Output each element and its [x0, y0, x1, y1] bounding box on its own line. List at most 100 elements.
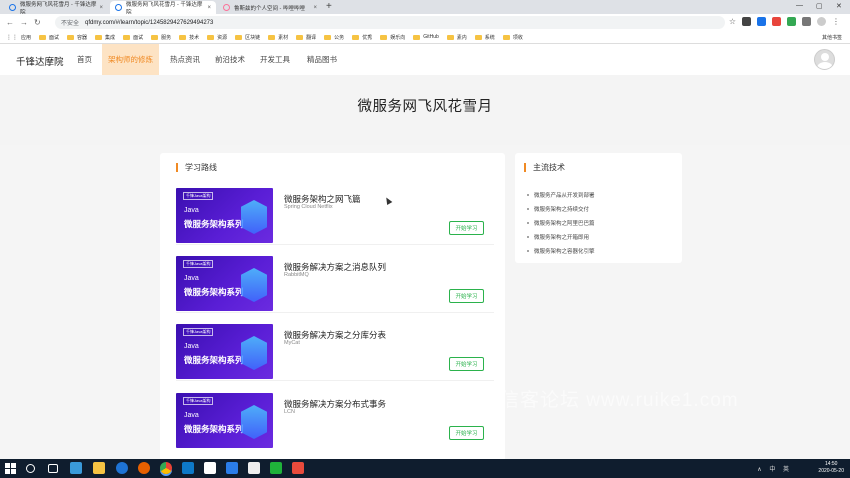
bookmark-apps[interactable]: ⋮⋮ 应用: [6, 34, 31, 41]
chrome-icon[interactable]: [160, 462, 172, 474]
profile-icon[interactable]: [817, 17, 826, 26]
course-card[interactable]: 千锋Java架构 Java 微服务架构系列 微服务解决方案分布式事务 LCN 开…: [176, 393, 494, 450]
bookmark-folder[interactable]: 服务: [151, 34, 171, 41]
course-thumbnail[interactable]: 千锋Java架构 Java 微服务架构系列: [176, 393, 273, 448]
close-window-button[interactable]: ✕: [836, 2, 842, 10]
bookmark-label: 资源: [217, 34, 228, 41]
maximize-button[interactable]: ▢: [816, 2, 823, 10]
course-thumbnail[interactable]: 千锋Java架构 Java 微服务架构系列: [176, 256, 273, 311]
bookmark-folder[interactable]: 集成: [95, 34, 115, 41]
thumb-brand: 千锋Java架构: [183, 397, 214, 405]
app-icon[interactable]: [248, 462, 260, 474]
watermark: 信客论坛 www.ruike1.com: [500, 390, 739, 411]
tech-link[interactable]: 微服务架构之容器化引擎: [527, 247, 595, 255]
system-tray[interactable]: ∧ 中 英: [757, 464, 792, 473]
course-card[interactable]: 千锋Java架构 Java 微服务架构系列 微服务解决方案之分库分表 MyCat…: [176, 324, 494, 381]
bookmark-folder[interactable]: 优秀: [352, 34, 372, 41]
bookmark-label: 素内: [456, 34, 467, 41]
site-logo[interactable]: 千锋达摩院: [16, 54, 64, 68]
bookmark-folder[interactable]: 素材: [268, 34, 288, 41]
bookmark-label: 面试: [133, 34, 144, 41]
bookmark-folder[interactable]: 项收: [502, 34, 523, 41]
minimize-button[interactable]: —: [796, 2, 803, 9]
extension-icon[interactable]: [802, 17, 811, 26]
bookmark-folder[interactable]: 素内: [446, 34, 467, 41]
close-icon[interactable]: ×: [313, 5, 317, 11]
nav-home[interactable]: 首页: [71, 44, 98, 75]
windows-start-icon[interactable]: [5, 463, 16, 474]
course-subtitle: Spring Cloud Netflix: [284, 204, 333, 210]
bookmark-folder[interactable]: 面试: [123, 34, 143, 41]
app-icon[interactable]: [204, 462, 216, 474]
clock[interactable]: 14:50 2020-05-20: [818, 461, 844, 475]
task-view-icon[interactable]: [48, 464, 58, 473]
other-bookmarks[interactable]: 其他书签: [822, 34, 842, 41]
thumb-brand: 千锋Java架构: [183, 192, 214, 200]
course-card[interactable]: 千锋Java架构 Java 微服务架构系列 微服务解决方案之消息队列 Rabbi…: [176, 256, 494, 313]
bookmark-folder[interactable]: 面试: [39, 34, 59, 41]
start-learning-button[interactable]: 开始学习: [449, 289, 484, 303]
extension-icon[interactable]: [772, 17, 781, 26]
bookmark-folder[interactable]: 公务: [324, 34, 344, 41]
url-bar[interactable]: 不安全 qfdmy.com/#/learn/topic/124582942762…: [55, 16, 725, 29]
course-card[interactable]: 千锋Java架构 Java 微服务架构系列 微服务架构之网飞篇 Spring C…: [176, 188, 494, 245]
extension-icon[interactable]: [742, 17, 751, 26]
course-title[interactable]: 微服务解决方案分布式事务: [284, 398, 386, 410]
app-icon[interactable]: [70, 462, 82, 474]
search-icon[interactable]: [26, 464, 35, 473]
browser-tab-3[interactable]: 鲁斯兹的个人空间 - 哔哩哔哩 ×: [218, 1, 322, 14]
start-learning-button[interactable]: 开始学习: [449, 357, 484, 371]
tech-link[interactable]: 微服务架构之开箱即用: [527, 233, 589, 241]
app-icon[interactable]: [270, 462, 282, 474]
bookmark-folder[interactable]: 翻译: [296, 34, 316, 41]
bookmark-label: 优秀: [362, 34, 373, 41]
close-icon[interactable]: ×: [207, 5, 211, 11]
tech-link[interactable]: 微服务产品从开发到部署: [527, 191, 595, 199]
reload-icon[interactable]: ↻: [34, 18, 41, 27]
tech-link[interactable]: 微服务架构之持续交付: [527, 205, 589, 213]
bookmark-folder[interactable]: 技术: [179, 34, 199, 41]
bookmark-folder[interactable]: 资源: [207, 34, 227, 41]
close-icon[interactable]: ×: [99, 5, 103, 11]
folder-icon: [95, 34, 103, 40]
nav-architect[interactable]: 架构师的修炼: [102, 44, 159, 75]
nav-hot-news[interactable]: 热点资讯: [164, 44, 206, 75]
nav-dev-tools[interactable]: 开发工具: [254, 44, 296, 75]
vscode-icon[interactable]: [182, 462, 194, 474]
folder-icon: [268, 34, 276, 40]
bookmark-star-icon[interactable]: ☆: [729, 17, 736, 26]
firefox-icon[interactable]: [138, 462, 150, 474]
taskbar: ∧ 中 英 14:50 2020-05-20: [0, 459, 850, 478]
bookmark-folder[interactable]: GitHub: [413, 34, 439, 40]
folder-icon: [39, 34, 47, 40]
thumb-java: Java: [184, 275, 199, 282]
bookmark-folder[interactable]: 娱乐向: [380, 34, 405, 41]
new-tab-button[interactable]: +: [326, 1, 332, 12]
nav-books[interactable]: 精品图书: [301, 44, 343, 75]
bookmark-folder[interactable]: 容器: [67, 34, 87, 41]
mainstream-tech-panel: 主流技术 微服务产品从开发到部署 微服务架构之持续交付 微服务架构之阿里巴巴篇 …: [515, 153, 682, 263]
file-explorer-icon[interactable]: [93, 462, 105, 474]
tech-link[interactable]: 微服务架构之阿里巴巴篇: [527, 219, 595, 227]
avatar[interactable]: [814, 49, 835, 70]
browser-tab-2[interactable]: 微服务网飞风花雪月 - 千锋达摩院 ×: [110, 1, 216, 16]
browser-tab-bar: 微服务网飞风花雪月 - 千锋达摩院 × 微服务网飞风花雪月 - 千锋达摩院 × …: [0, 0, 850, 16]
folder-icon: [207, 34, 215, 40]
back-icon[interactable]: ←: [6, 18, 14, 27]
hexagon-icon: [241, 268, 267, 302]
extension-icon[interactable]: [787, 17, 796, 26]
extension-icon[interactable]: [757, 17, 766, 26]
nav-frontier-tech[interactable]: 前沿技术: [209, 44, 251, 75]
start-learning-button[interactable]: 开始学习: [449, 426, 484, 440]
menu-icon[interactable]: ⋮: [832, 17, 840, 26]
browser-tab-1[interactable]: 微服务网飞风花雪月 - 千锋达摩院 ×: [4, 1, 108, 16]
course-thumbnail[interactable]: 千锋Java架构 Java 微服务架构系列: [176, 324, 273, 379]
start-learning-button[interactable]: 开始学习: [449, 221, 484, 235]
forward-icon[interactable]: →: [20, 18, 28, 27]
app-icon[interactable]: [292, 462, 304, 474]
bookmark-folder[interactable]: 区块链: [235, 34, 260, 41]
edge-icon[interactable]: [116, 462, 128, 474]
bookmark-folder[interactable]: 系统: [474, 34, 495, 41]
course-thumbnail[interactable]: 千锋Java架构 Java 微服务架构系列: [176, 188, 273, 243]
app-icon[interactable]: [226, 462, 238, 474]
